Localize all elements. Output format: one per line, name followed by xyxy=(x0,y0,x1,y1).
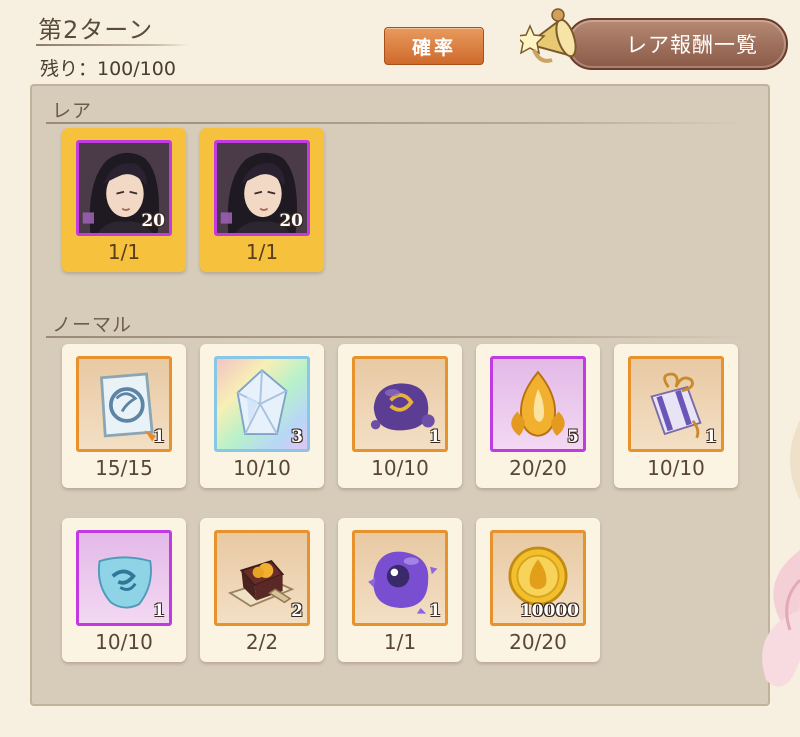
normal-reward-card[interactable]: 1 10/10 xyxy=(62,518,186,662)
normal-reward-card[interactable]: 2 2/2 xyxy=(200,518,324,662)
golden-flame-icon: 5 xyxy=(490,356,586,452)
normal-section-divider xyxy=(46,336,750,338)
draw-fraction: 2/2 xyxy=(245,630,279,654)
horn-star-icon[interactable] xyxy=(520,6,586,74)
flower-decoration-icon xyxy=(762,550,800,687)
character-portrait-icon: 20 xyxy=(214,140,310,236)
draw-fraction: 20/20 xyxy=(509,630,567,654)
purple-slime-icon: 1 xyxy=(352,356,448,452)
title-underline xyxy=(36,44,188,46)
draw-fraction: 10/10 xyxy=(647,456,705,480)
rare-section-label: レア xyxy=(52,100,93,122)
item-quantity: 20 xyxy=(141,211,165,231)
gold-coin-icon: 10000 xyxy=(490,530,586,626)
item-quantity: 1 xyxy=(429,601,441,621)
normal-reward-card[interactable]: 1 10/10 xyxy=(614,344,738,488)
scroll-icon: 1 xyxy=(76,356,172,452)
normal-reward-card[interactable]: 10000 20/20 xyxy=(476,518,600,662)
draw-fraction: 20/20 xyxy=(509,456,567,480)
rare-section-divider xyxy=(46,122,750,124)
draw-fraction: 10/10 xyxy=(233,456,291,480)
draw-fraction: 10/10 xyxy=(95,630,153,654)
normal-reward-card[interactable]: 1 1/1 xyxy=(338,518,462,662)
rare-reward-card[interactable]: 20 1/1 xyxy=(200,128,324,272)
item-quantity: 10000 xyxy=(519,601,579,621)
remaining-counter: 残り：100/100 xyxy=(40,58,176,80)
draw-fraction: 15/15 xyxy=(95,456,153,480)
draw-fraction: 10/10 xyxy=(371,456,429,480)
rare-reward-card[interactable]: 20 1/1 xyxy=(62,128,186,272)
normal-reward-card[interactable]: 1 10/10 xyxy=(338,344,462,488)
normal-reward-card[interactable]: 3 10/10 xyxy=(200,344,324,488)
character-portrait-icon: 20 xyxy=(76,140,172,236)
item-quantity: 1 xyxy=(705,427,717,447)
turn-title: 第2ターン xyxy=(38,16,154,44)
item-quantity: 1 xyxy=(153,601,165,621)
draw-fraction: 1/1 xyxy=(107,240,141,264)
item-quantity: 2 xyxy=(291,601,303,621)
crystal-icon: 3 xyxy=(214,356,310,452)
purple-orb-icon: 1 xyxy=(352,530,448,626)
rare-reward-list-button[interactable]: レア報酬一覧 xyxy=(566,18,788,70)
normal-section-label: ノーマル xyxy=(52,314,133,336)
item-quantity: 20 xyxy=(279,211,303,231)
item-quantity: 1 xyxy=(153,427,165,447)
draw-fraction: 1/1 xyxy=(383,630,417,654)
probability-button[interactable]: 確率 xyxy=(384,27,484,65)
item-quantity: 5 xyxy=(567,427,579,447)
treasure-chest-icon: 2 xyxy=(214,530,310,626)
blue-cloth-icon: 1 xyxy=(76,530,172,626)
gift-box-icon: 1 xyxy=(628,356,724,452)
item-quantity: 1 xyxy=(429,427,441,447)
draw-fraction: 1/1 xyxy=(245,240,279,264)
item-quantity: 3 xyxy=(291,427,303,447)
normal-reward-card[interactable]: 5 20/20 xyxy=(476,344,600,488)
normal-reward-card[interactable]: 1 15/15 xyxy=(62,344,186,488)
petal-decoration-icon xyxy=(790,420,800,500)
